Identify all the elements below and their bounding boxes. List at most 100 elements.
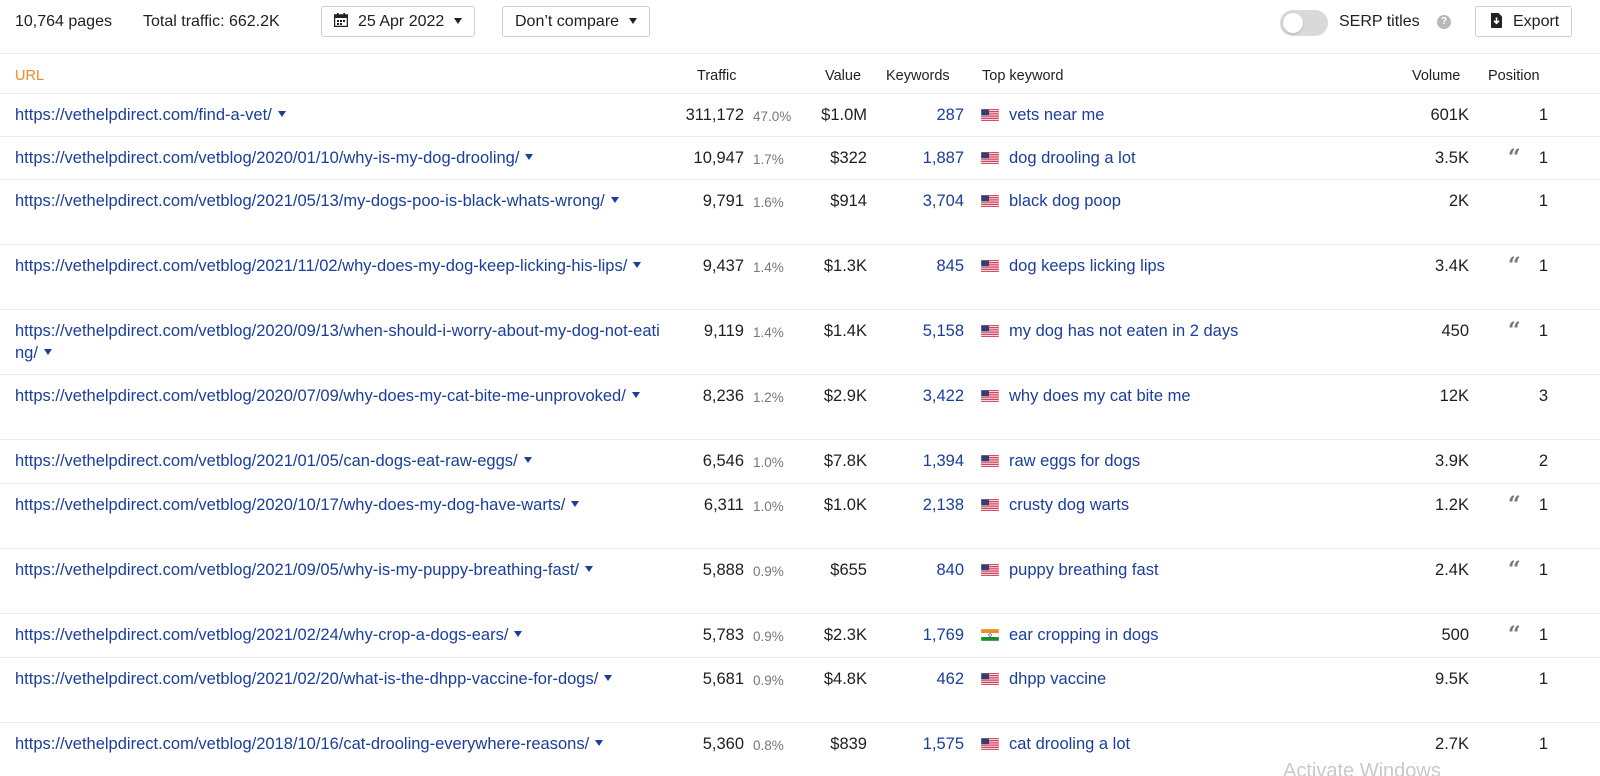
keywords-count-link[interactable]: 2,138: [923, 494, 964, 516]
serp-quote-icon[interactable]: “: [1508, 147, 1521, 169]
export-label: Export: [1513, 13, 1560, 30]
url-link[interactable]: https://vethelpdirect.com/vetblog/2021/0…: [15, 668, 665, 690]
keywords-count-link[interactable]: 287: [936, 104, 964, 126]
url-link[interactable]: https://vethelpdirect.com/vetblog/2021/0…: [15, 624, 665, 646]
chevron-down-icon[interactable]: [571, 501, 580, 507]
top-keyword-link[interactable]: my dog has not eaten in 2 days: [1009, 320, 1238, 342]
top-keyword-link[interactable]: dhpp vaccine: [1009, 668, 1106, 690]
column-header-traffic[interactable]: Traffic: [697, 67, 736, 85]
table-row: https://vethelpdirect.com/vetblog/2021/0…: [0, 658, 1600, 723]
keywords-count-link[interactable]: 3,704: [923, 190, 964, 212]
value-amount: $914: [830, 192, 867, 210]
position-value: 1: [1538, 496, 1548, 514]
url-text[interactable]: https://vethelpdirect.com/vetblog/2021/0…: [15, 561, 579, 579]
chevron-down-icon[interactable]: [585, 566, 594, 572]
keywords-count-link[interactable]: 5,158: [923, 320, 964, 342]
table-row: https://vethelpdirect.com/vetblog/2021/0…: [0, 549, 1600, 614]
chevron-down-icon[interactable]: [525, 154, 534, 160]
keywords-count-link[interactable]: 1,769: [923, 624, 964, 646]
date-picker-button[interactable]: 25 Apr 2022: [321, 6, 476, 37]
traffic-percent: 0.9%: [753, 673, 784, 688]
url-text[interactable]: https://vethelpdirect.com/vetblog/2021/1…: [15, 257, 627, 275]
url-text[interactable]: https://vethelpdirect.com/vetblog/2020/1…: [15, 496, 565, 514]
export-button[interactable]: Export: [1475, 6, 1573, 37]
column-header-keywords[interactable]: Keywords: [886, 67, 950, 85]
top-keyword-link[interactable]: puppy breathing fast: [1009, 559, 1159, 581]
us-flag-icon: [981, 390, 999, 402]
keywords-count-link[interactable]: 1,887: [923, 147, 964, 169]
url-text[interactable]: https://vethelpdirect.com/vetblog/2020/0…: [15, 149, 519, 167]
traffic-percent: 0.8%: [753, 738, 784, 753]
url-text[interactable]: https://vethelpdirect.com/vetblog/2020/0…: [15, 322, 660, 362]
compare-dropdown[interactable]: Don’t compare: [502, 6, 651, 37]
url-text[interactable]: https://vethelpdirect.com/vetblog/2018/1…: [15, 735, 589, 753]
chevron-down-icon[interactable]: [633, 262, 642, 268]
keywords-count-link[interactable]: 845: [936, 255, 964, 277]
traffic-percent: 1.0%: [753, 499, 784, 514]
chevron-down-icon[interactable]: [523, 457, 532, 463]
url-text[interactable]: https://vethelpdirect.com/vetblog/2021/0…: [15, 670, 598, 688]
top-keyword-link[interactable]: raw eggs for dogs: [1009, 450, 1140, 472]
column-header-top-keyword[interactable]: Top keyword: [982, 67, 1063, 85]
traffic-percent: 1.2%: [753, 390, 784, 405]
url-text[interactable]: https://vethelpdirect.com/find-a-vet/: [15, 106, 272, 124]
url-text[interactable]: https://vethelpdirect.com/vetblog/2021/0…: [15, 452, 518, 470]
serp-quote-icon[interactable]: “: [1508, 255, 1521, 277]
url-text[interactable]: https://vethelpdirect.com/vetblog/2021/0…: [15, 626, 508, 644]
download-icon: [1491, 13, 1502, 28]
keywords-count-link[interactable]: 3,422: [923, 385, 964, 407]
top-keyword-link[interactable]: black dog poop: [1009, 190, 1121, 212]
chevron-down-icon[interactable]: [595, 740, 604, 746]
serp-quote-icon[interactable]: “: [1508, 624, 1521, 646]
traffic-value: 9,791: [702, 192, 744, 210]
chevron-down-icon[interactable]: [277, 111, 286, 117]
keywords-count-link[interactable]: 1,575: [923, 733, 964, 755]
column-header-volume[interactable]: Volume: [1412, 67, 1460, 85]
url-text[interactable]: https://vethelpdirect.com/vetblog/2021/0…: [15, 192, 605, 210]
url-link[interactable]: https://vethelpdirect.com/vetblog/2021/0…: [15, 559, 665, 581]
top-keyword-link[interactable]: ear cropping in dogs: [1009, 624, 1159, 646]
top-keyword-link[interactable]: vets near me: [1009, 104, 1104, 126]
top-keyword-link[interactable]: crusty dog warts: [1009, 494, 1129, 516]
url-link[interactable]: https://vethelpdirect.com/vetblog/2020/0…: [15, 147, 665, 169]
top-keyword-link[interactable]: dog drooling a lot: [1009, 147, 1136, 169]
column-header-url[interactable]: URL: [15, 67, 44, 85]
url-text[interactable]: https://vethelpdirect.com/vetblog/2020/0…: [15, 387, 626, 405]
url-link[interactable]: https://vethelpdirect.com/vetblog/2020/1…: [15, 494, 665, 516]
column-header-position[interactable]: Position: [1488, 67, 1540, 85]
top-keyword-link[interactable]: why does my cat bite me: [1009, 385, 1191, 407]
serp-quote-icon[interactable]: “: [1508, 320, 1521, 342]
url-link[interactable]: https://vethelpdirect.com/vetblog/2021/1…: [15, 255, 665, 277]
url-link[interactable]: https://vethelpdirect.com/vetblog/2020/0…: [15, 385, 665, 407]
top-keyword-link[interactable]: cat drooling a lot: [1009, 733, 1130, 755]
keywords-count-link[interactable]: 462: [936, 668, 964, 690]
table-row: https://vethelpdirect.com/vetblog/2021/0…: [0, 180, 1600, 245]
serp-titles-toggle[interactable]: [1280, 10, 1328, 36]
us-flag-icon: [981, 455, 999, 467]
serp-quote-icon[interactable]: “: [1508, 559, 1521, 581]
url-link[interactable]: https://vethelpdirect.com/vetblog/2021/0…: [15, 450, 665, 472]
toggle-knob: [1283, 13, 1303, 33]
chevron-down-icon: [629, 18, 638, 24]
help-icon[interactable]: ?: [1437, 15, 1451, 29]
position-value: 2: [1538, 452, 1548, 470]
chevron-down-icon[interactable]: [43, 349, 52, 355]
traffic-percent: 1.7%: [753, 152, 784, 167]
url-link[interactable]: https://vethelpdirect.com/vetblog/2018/1…: [15, 733, 665, 755]
url-link[interactable]: https://vethelpdirect.com/vetblog/2021/0…: [15, 190, 665, 212]
traffic-value: 8,236: [702, 387, 744, 405]
chevron-down-icon[interactable]: [604, 675, 613, 681]
traffic-value: 5,888: [702, 561, 744, 579]
url-link[interactable]: https://vethelpdirect.com/find-a-vet/: [15, 104, 665, 126]
table-row: https://vethelpdirect.com/vetblog/2021/1…: [0, 245, 1600, 310]
chevron-down-icon[interactable]: [514, 631, 523, 637]
chevron-down-icon[interactable]: [631, 392, 640, 398]
keywords-count-link[interactable]: 840: [936, 559, 964, 581]
url-link[interactable]: https://vethelpdirect.com/vetblog/2020/0…: [15, 320, 665, 364]
keywords-count-link[interactable]: 1,394: [923, 450, 964, 472]
chevron-down-icon[interactable]: [610, 197, 619, 203]
top-keyword-link[interactable]: dog keeps licking lips: [1009, 255, 1165, 277]
serp-quote-icon[interactable]: “: [1508, 494, 1521, 516]
us-flag-icon: [981, 325, 999, 337]
column-header-value[interactable]: Value: [825, 67, 861, 85]
